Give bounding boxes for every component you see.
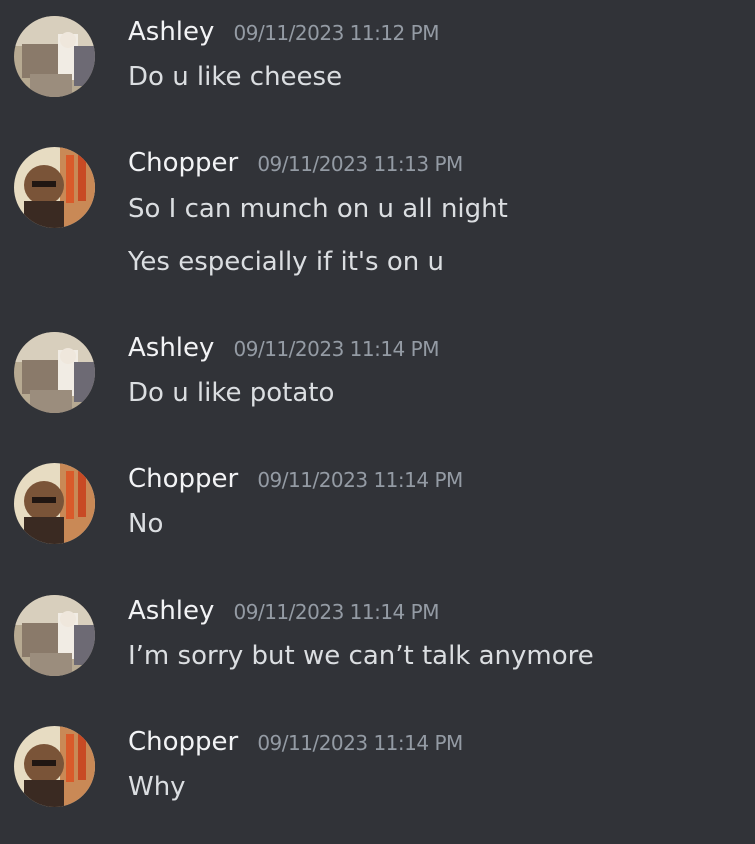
message-author[interactable]: Ashley: [128, 333, 214, 363]
message-text: I’m sorry but we can’t talk anymore: [128, 641, 594, 671]
chopper-avatar-icon[interactable]: [14, 147, 95, 228]
message-author[interactable]: Ashley: [128, 596, 214, 626]
message-timestamp[interactable]: 09/11/2023 11:14 PM: [257, 731, 463, 755]
message-text: Why: [128, 772, 186, 802]
message-timestamp[interactable]: 09/11/2023 11:14 PM: [234, 337, 440, 361]
ashley-avatar-icon[interactable]: [14, 16, 95, 97]
message-author[interactable]: Chopper: [128, 148, 238, 178]
message-text: So I can munch on u all night: [128, 194, 508, 224]
ashley-avatar-icon[interactable]: [14, 595, 95, 676]
message-author[interactable]: Ashley: [128, 17, 214, 47]
ashley-avatar-icon[interactable]: [14, 332, 95, 413]
message-timestamp[interactable]: 09/11/2023 11:13 PM: [257, 152, 463, 176]
message-timestamp[interactable]: 09/11/2023 11:14 PM: [257, 468, 463, 492]
message-text: Do u like potato: [128, 378, 335, 408]
message-text: Yes especially if it's on u: [128, 247, 444, 277]
message-author[interactable]: Chopper: [128, 464, 238, 494]
message-timestamp[interactable]: 09/11/2023 11:14 PM: [234, 600, 440, 624]
message-timestamp[interactable]: 09/11/2023 11:12 PM: [234, 21, 440, 45]
message-text: No: [128, 509, 164, 539]
chopper-avatar-icon[interactable]: [14, 463, 95, 544]
message-author[interactable]: Chopper: [128, 727, 238, 757]
chopper-avatar-icon[interactable]: [14, 726, 95, 807]
chat-messages-list: Ashley 09/11/2023 11:12 PM Do u like che…: [0, 0, 755, 844]
message-text: Do u like cheese: [128, 62, 343, 92]
